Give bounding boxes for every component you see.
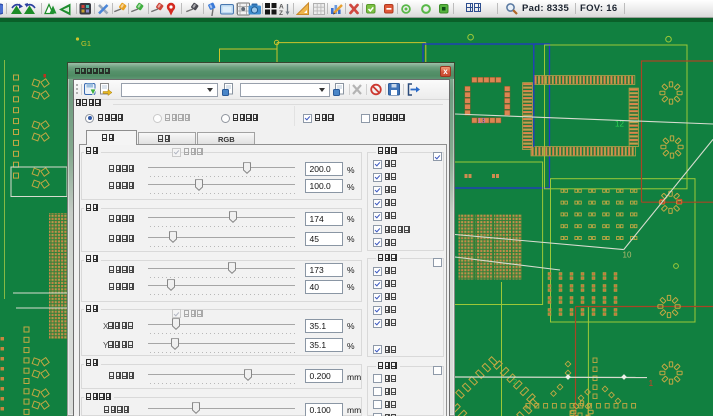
- svg-text:13: 13: [478, 118, 486, 125]
- svg-text:G1: G1: [81, 39, 91, 48]
- svg-text:1: 1: [649, 378, 654, 388]
- svg-text:10: 10: [623, 251, 632, 260]
- svg-text:Z: Z: [279, 10, 283, 16]
